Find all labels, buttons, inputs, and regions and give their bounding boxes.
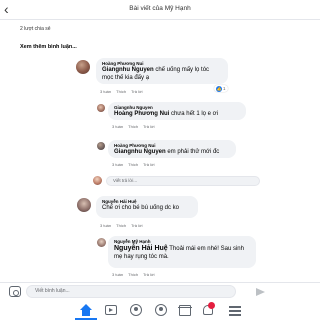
reply-link[interactable]: Trả lời — [143, 272, 154, 277]
comment-composer: Viết bình luận... — [0, 282, 320, 300]
like-link[interactable]: Thích — [116, 223, 126, 228]
profile-icon[interactable] — [154, 304, 168, 317]
menu-icon[interactable] — [228, 304, 242, 317]
like-link[interactable]: Thích — [128, 162, 138, 167]
avatar — [93, 176, 102, 185]
comment-text: Chế ơi cho bé bú uống dc ko — [102, 205, 179, 211]
home-icon[interactable] — [75, 304, 97, 320]
share-count[interactable]: 2 lượt chia sẻ — [20, 26, 51, 32]
comment-bubble: Nguyễn Hải Huệ Chế ơi cho bé bú uống dc … — [96, 196, 198, 218]
comment-bubble: Hoàng Phương Nui Giangnhu Nguyen em phải… — [108, 140, 236, 158]
comment-time: 3 tuần — [100, 89, 112, 94]
comment-actions: 3 tuần Thích Trả lời — [100, 89, 148, 94]
notifications-icon[interactable] — [201, 302, 215, 317]
comment-bubble: Giangnhu Nguyen Hoàng Phương Nui chưa hế… — [108, 102, 246, 120]
like-link[interactable]: Thích — [128, 272, 138, 277]
mention-tag[interactable]: Nguyễn Hải Huệ — [114, 245, 168, 252]
reply-link[interactable]: Trả lời — [131, 89, 142, 94]
reaction-summary[interactable]: 👍 1 — [214, 85, 228, 92]
watch-icon[interactable] — [104, 304, 118, 317]
reply-input[interactable]: Viết trả lời... — [106, 176, 260, 186]
marketplace-icon[interactable] — [178, 304, 192, 317]
avatar[interactable] — [76, 60, 90, 74]
comment-time: 3 tuần — [112, 272, 124, 277]
comment-bubble: Nguyễn Mỹ Hạnh Nguyễn Hải Huệ Thoải mái … — [108, 236, 256, 268]
comment-text: Giangnhu Nguyen chế uống mấy lọ tóc mọc … — [102, 67, 210, 81]
see-more-comments-link[interactable]: Xem thêm bình luận... — [20, 44, 77, 50]
avatar[interactable] — [97, 104, 105, 112]
like-link[interactable]: Thích — [128, 124, 138, 129]
comment-text: Giangnhu Nguyen em phải thử mới đc — [114, 149, 220, 155]
send-icon[interactable] — [256, 288, 265, 296]
like-reaction-icon: 👍 — [216, 85, 222, 92]
mention-tag[interactable]: Hoàng Phương Nui — [114, 111, 169, 117]
mention-tag[interactable]: Giangnhu Nguyen — [114, 149, 166, 155]
reply-link[interactable]: Trả lời — [131, 223, 142, 228]
notification-badge — [208, 302, 215, 309]
comment-time: 3 tuần — [112, 162, 124, 167]
comment-time: 3 tuần — [112, 124, 124, 129]
camera-icon[interactable] — [9, 286, 21, 297]
page-title: Bài viết của Mỹ Hạnh — [129, 5, 191, 12]
bottom-nav — [0, 300, 320, 320]
comment-text: Hoàng Phương Nui chưa hết 1 lọ e ơi — [114, 111, 218, 117]
comment-text: Nguyễn Hải Huệ Thoải mái em nhé! Sau sin… — [114, 245, 244, 260]
mention-tag[interactable]: Giangnhu Nguyen — [102, 67, 154, 73]
groups-icon[interactable] — [129, 304, 143, 317]
reply-link[interactable]: Trả lời — [143, 162, 154, 167]
like-link[interactable]: Thích — [116, 89, 126, 94]
comment-actions: 3 tuần Thích Trả lời — [100, 223, 148, 228]
top-bar: ‹ Bài viết của Mỹ Hạnh — [0, 0, 320, 20]
avatar[interactable] — [97, 142, 105, 150]
reaction-count: 1 — [223, 86, 226, 91]
comment-input[interactable]: Viết bình luận... — [26, 285, 236, 298]
comment-actions: 3 tuần Thích Trả lời — [112, 272, 160, 277]
comment-bubble: Hoàng Phương Nui Giangnhu Nguyen chế uốn… — [96, 58, 228, 84]
comment-actions: 3 tuần Thích Trả lời — [112, 124, 160, 129]
avatar[interactable] — [77, 198, 91, 212]
comment-actions: 3 tuần Thích Trả lời — [112, 162, 160, 167]
avatar[interactable] — [97, 238, 106, 247]
reply-link[interactable]: Trả lời — [143, 124, 154, 129]
comment-time: 3 tuần — [100, 223, 112, 228]
